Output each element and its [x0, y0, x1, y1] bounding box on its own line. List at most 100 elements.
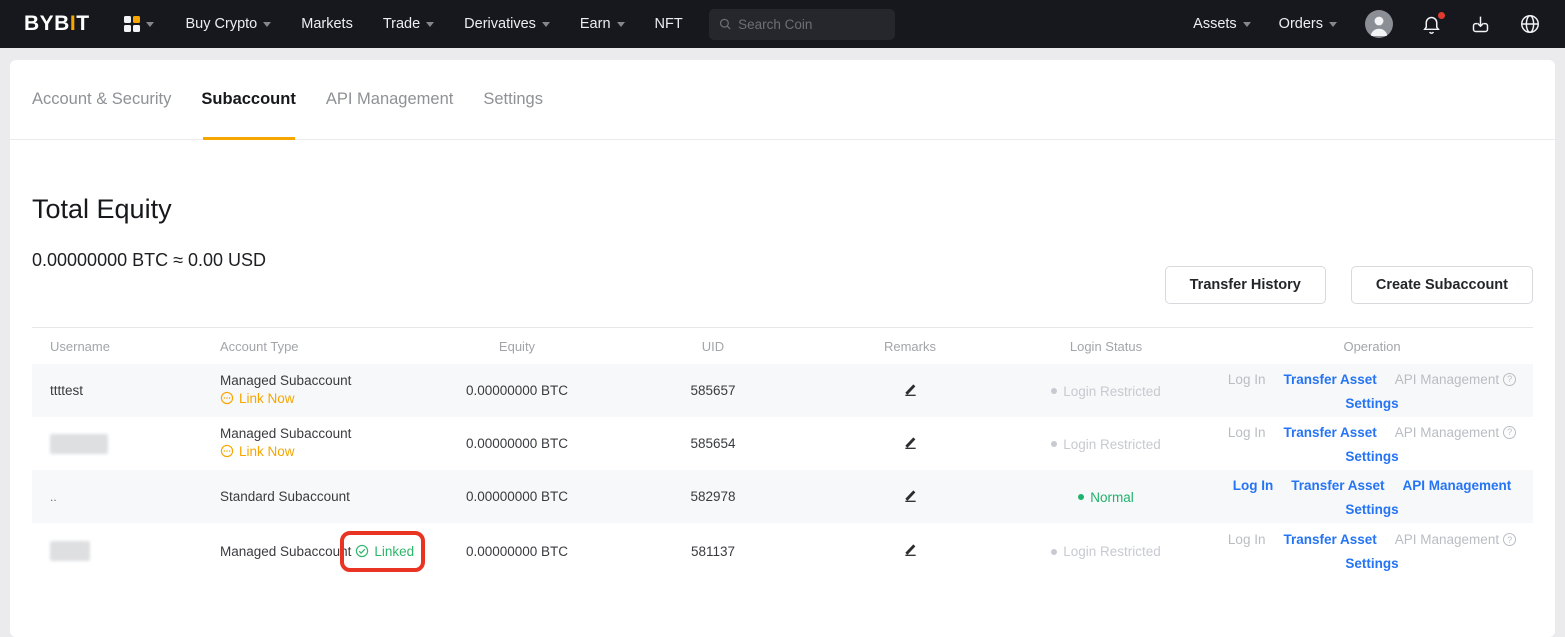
- transfer-asset-link[interactable]: Transfer Asset: [1283, 532, 1376, 547]
- cell-remarks: [819, 488, 1001, 506]
- edit-remark-icon[interactable]: [903, 382, 918, 400]
- page-title: Total Equity: [32, 194, 266, 225]
- transfer-asset-link[interactable]: Transfer Asset: [1291, 478, 1384, 493]
- tab-subaccount[interactable]: Subaccount: [201, 60, 295, 139]
- person-icon: [1365, 10, 1393, 38]
- header-operation: Operation: [1211, 339, 1533, 354]
- nav-item-trade[interactable]: Trade: [383, 16, 434, 32]
- link-now-action[interactable]: Link Now: [220, 444, 295, 459]
- settings-link[interactable]: Settings: [1345, 449, 1398, 464]
- nav-item-buy-crypto[interactable]: Buy Crypto: [186, 16, 272, 32]
- cell-remarks: [819, 542, 1001, 560]
- cell-remarks: [819, 435, 1001, 453]
- notification-badge: [1438, 12, 1445, 19]
- cell-operation: Log In Transfer Asset API Management Set…: [1211, 525, 1533, 577]
- table-row: ttttest Managed Subaccount Link Now 0.00…: [32, 364, 1533, 417]
- account-tabs: Account & Security Subaccount API Manage…: [10, 60, 1555, 140]
- transfer-asset-link[interactable]: Transfer Asset: [1283, 425, 1376, 440]
- log-in-link: Log In: [1228, 532, 1266, 547]
- summary-row: Total Equity 0.00000000 BTC ≈ 0.00 USD T…: [10, 194, 1555, 271]
- summary-actions: Transfer History Create Subaccount: [1165, 266, 1533, 304]
- nav-item-orders[interactable]: Orders: [1279, 16, 1337, 32]
- nav-menu: Buy Crypto Markets Trade Derivatives Ear…: [186, 16, 683, 32]
- api-management-link[interactable]: API Management: [1403, 478, 1512, 493]
- header-equity: Equity: [427, 339, 607, 354]
- info-icon[interactable]: [1503, 533, 1516, 546]
- redacted-username: [50, 541, 90, 561]
- edit-remark-icon[interactable]: [903, 435, 918, 453]
- cell-equity: 0.00000000 BTC: [427, 544, 607, 559]
- chevron-down-icon: [146, 22, 154, 27]
- status-dot: [1051, 388, 1057, 394]
- user-avatar[interactable]: [1365, 10, 1393, 38]
- nav-item-markets[interactable]: Markets: [301, 16, 353, 32]
- edit-remark-icon[interactable]: [903, 488, 918, 506]
- cell-uid: 585654: [607, 436, 819, 451]
- language-button[interactable]: [1519, 13, 1541, 35]
- linked-badge: Linked: [355, 544, 414, 559]
- table-header-row: Username Account Type Equity UID Remarks…: [32, 328, 1533, 364]
- chevron-down-icon: [1243, 22, 1251, 27]
- cell-username: ..: [32, 490, 192, 504]
- api-management-link: API Management: [1395, 532, 1516, 547]
- cell-equity: 0.00000000 BTC: [427, 489, 607, 504]
- log-in-link: Log In: [1228, 372, 1266, 387]
- apps-grid-icon[interactable]: [124, 16, 154, 32]
- summary-left: Total Equity 0.00000000 BTC ≈ 0.00 USD: [32, 194, 266, 271]
- cell-operation: Log In Transfer Asset API Management Set…: [1211, 365, 1533, 417]
- bybit-logo[interactable]: BYBIT: [24, 12, 90, 36]
- link-dots-icon: [220, 391, 234, 405]
- log-in-link: Log In: [1228, 425, 1266, 440]
- link-now-action[interactable]: Link Now: [220, 391, 295, 406]
- nav-item-derivatives[interactable]: Derivatives: [464, 16, 550, 32]
- header-uid: UID: [607, 339, 819, 354]
- redacted-username: [50, 434, 108, 454]
- nav-item-nft[interactable]: NFT: [655, 16, 683, 32]
- tab-api-management[interactable]: API Management: [326, 60, 454, 139]
- cell-login-status: Login Restricted: [1001, 435, 1211, 452]
- cell-login-status: Login Restricted: [1001, 543, 1211, 560]
- total-equity-value: 0.00000000 BTC ≈ 0.00 USD: [32, 250, 266, 271]
- tab-settings[interactable]: Settings: [483, 60, 543, 139]
- subaccount-page-card: Account & Security Subaccount API Manage…: [10, 60, 1555, 637]
- check-circle-icon: [355, 544, 369, 558]
- chevron-down-icon: [1329, 22, 1337, 27]
- settings-link[interactable]: Settings: [1345, 396, 1398, 411]
- table-row: Managed Subaccount Link Now 0.00000000 B…: [32, 417, 1533, 470]
- cell-username: [32, 434, 192, 454]
- chevron-down-icon: [426, 22, 434, 27]
- cell-uid: 581137: [607, 544, 819, 559]
- info-icon[interactable]: [1503, 426, 1516, 439]
- download-app-button[interactable]: [1470, 14, 1491, 35]
- api-management-link: API Management: [1395, 425, 1516, 440]
- create-subaccount-button[interactable]: Create Subaccount: [1351, 266, 1533, 304]
- download-icon: [1470, 14, 1491, 35]
- coin-search[interactable]: [709, 9, 895, 40]
- chevron-down-icon: [263, 22, 271, 27]
- info-icon[interactable]: [1503, 373, 1516, 386]
- cell-login-status: Login Restricted: [1001, 382, 1211, 399]
- chevron-down-icon: [542, 22, 550, 27]
- cell-account-type: Managed Subaccount Link Now: [192, 373, 427, 409]
- notifications-button[interactable]: [1421, 14, 1442, 35]
- logo-text-2: T: [76, 12, 89, 36]
- cell-account-type: Managed Subaccount Linked: [192, 544, 427, 559]
- settings-link[interactable]: Settings: [1345, 502, 1398, 517]
- nav-item-earn[interactable]: Earn: [580, 16, 625, 32]
- nav-item-assets[interactable]: Assets: [1193, 16, 1251, 32]
- link-dots-icon: [220, 444, 234, 458]
- edit-remark-icon[interactable]: [903, 542, 918, 560]
- tab-account-security[interactable]: Account & Security: [32, 60, 171, 139]
- cell-account-type: Standard Subaccount: [192, 489, 427, 504]
- logo-text: BYB: [24, 12, 70, 36]
- subaccount-table: Username Account Type Equity UID Remarks…: [32, 327, 1533, 579]
- cell-equity: 0.00000000 BTC: [427, 436, 607, 451]
- transfer-history-button[interactable]: Transfer History: [1165, 266, 1326, 304]
- transfer-asset-link[interactable]: Transfer Asset: [1283, 372, 1376, 387]
- cell-account-type: Managed Subaccount Link Now: [192, 426, 427, 462]
- log-in-link[interactable]: Log In: [1233, 478, 1274, 493]
- globe-icon: [1519, 13, 1541, 35]
- search-input[interactable]: [738, 17, 885, 32]
- settings-link[interactable]: Settings: [1345, 556, 1398, 571]
- cell-remarks: [819, 382, 1001, 400]
